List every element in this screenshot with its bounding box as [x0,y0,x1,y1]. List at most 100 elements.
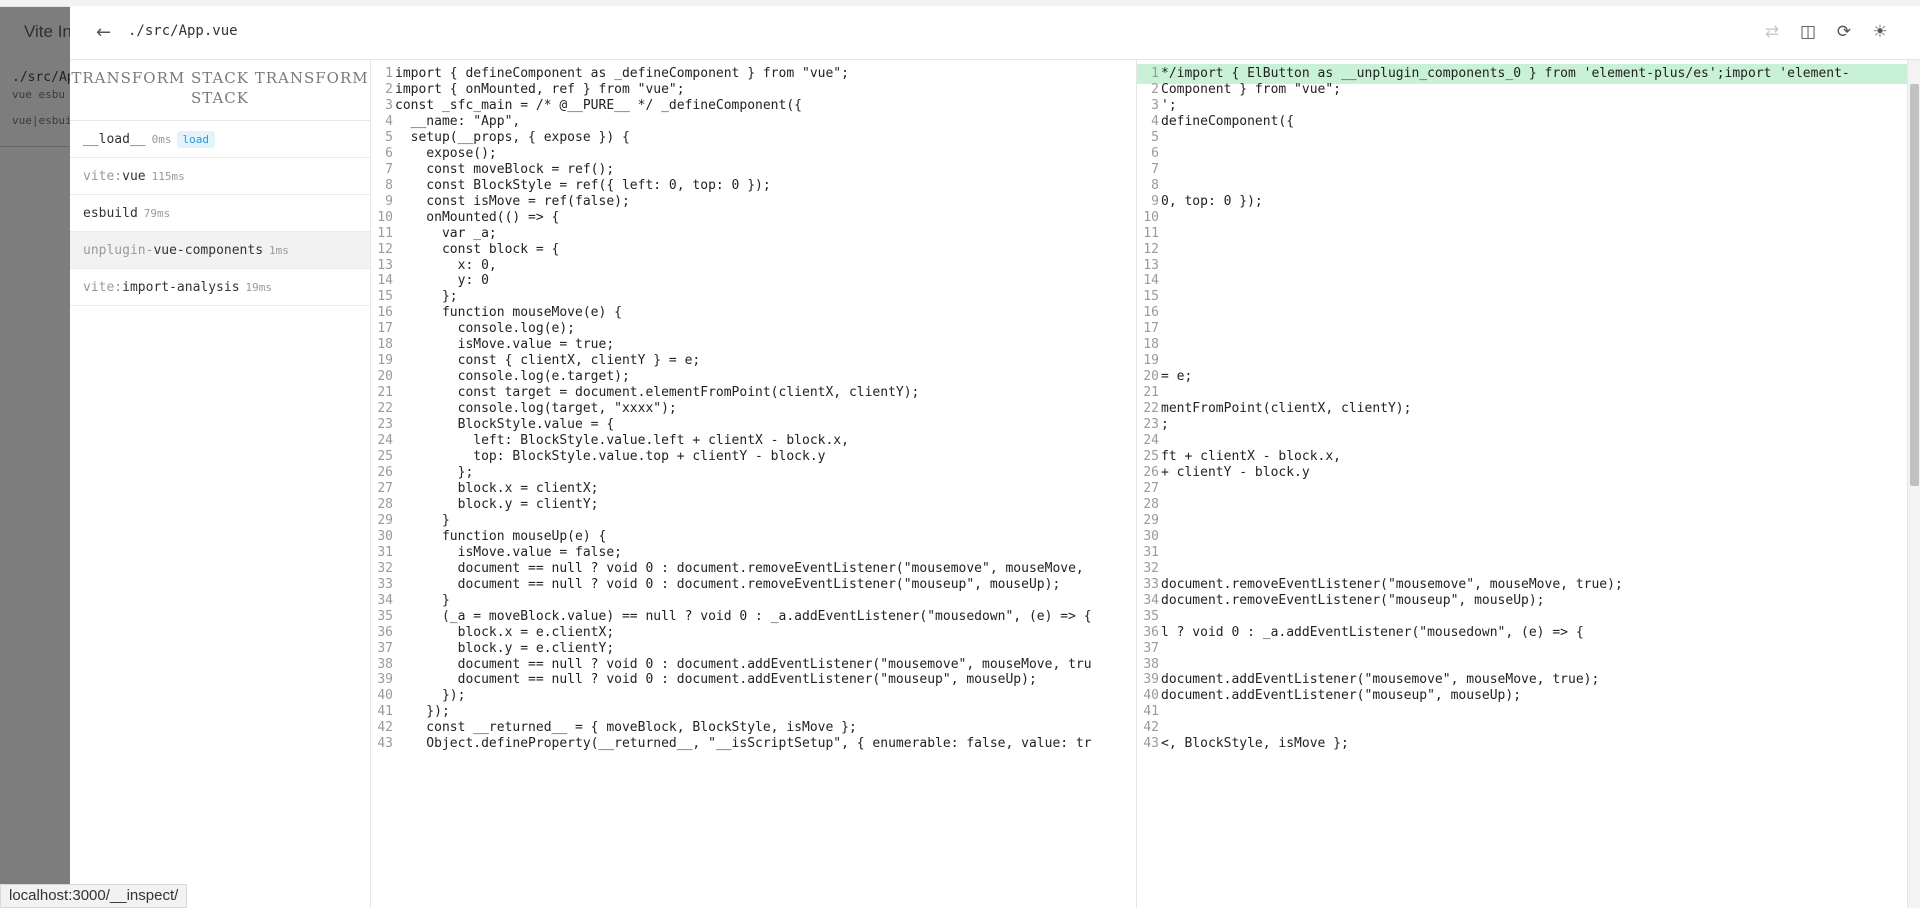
code-text: l ? void 0 : _a.addEventListener("moused… [1161,624,1584,640]
code-text: '; [1161,97,1177,113]
background-subtitle: vue esbu [12,88,65,101]
code-text: document == null ? void 0 : document.rem… [395,576,1061,592]
code-text: ; [1161,417,1169,433]
background-app: Vite In ./src/Ap vue esbu vue|esbui [0,0,75,908]
refresh-icon[interactable]: ⟳ [1834,22,1854,42]
code-text: document == null ? void 0 : document.rem… [395,560,1084,576]
code-text: top: BlockStyle.value.top + clientY - bl… [395,449,826,465]
code-text: import { onMounted, ref } from "vue"; [395,81,685,97]
code-text: y: 0 [395,273,489,289]
editor-scrollbar[interactable] [1907,60,1920,908]
code-text: mentFromPoint(clientX, clientY); [1161,401,1412,417]
transform-stack-heading: TRANSFORM STACK TRANSFORM STACK [70,60,370,121]
code-text: __name: "App", [395,113,521,129]
plugin-name: esbuild [83,205,138,221]
arrow-left-icon[interactable]: ← [96,22,111,43]
split-view-icon[interactable]: ◫ [1798,22,1818,42]
code-text: setup(__props, { expose }) { [395,129,630,145]
code-text: BlockStyle.value = { [395,417,615,433]
code-text: import { defineComponent as _defineCompo… [395,66,849,81]
status-url: localhost:3000/__inspect/ [0,884,188,908]
code-text: Object.defineProperty(__returned__, "__i… [395,736,1092,752]
code-text: <, BlockStyle, isMove }; [1161,736,1349,752]
plugin-time: 115ms [151,169,185,183]
code-text: defineComponent({ [1161,113,1295,129]
plugin-name: vue [122,168,146,184]
transform-stack-item[interactable]: vite: import-analysis 19ms [70,269,370,306]
code-line: 43 Object.defineProperty(__returned__, "… [371,734,1135,754]
source-code-editor[interactable]: 1 import { defineComponent as _defineComp… [371,60,1135,908]
code-text: } [395,592,450,608]
code-text: const { clientX, clientY } = e; [395,353,701,369]
code-text: document.removeEventListener("mouseup", … [1161,592,1545,608]
code-text: console.log(e.target); [395,369,630,385]
background-subtitle-2: vue|esbui [12,114,72,127]
line-number: 43 [377,736,393,752]
plugin-prefix: vite: [83,279,123,295]
plugin-prefix: unplugin- [83,242,154,258]
code-text: }; [395,465,474,480]
code-line: 43 <, BlockStyle, isMove }; [1137,734,1907,754]
transform-stack-list: __load__ 0ms load vite: vue 115ms esbuild 79ms u… [70,121,370,306]
code-text: block.x = e.clientX; [395,624,615,640]
transform-stack-item[interactable]: esbuild 79ms [70,195,370,232]
transform-stack-sidebar: TRANSFORM STACK TRANSFORM STACK __load__… [70,60,371,908]
wrap-lines-icon[interactable]: ⇄ [1762,22,1782,42]
code-text: onMounted(() => { [395,209,560,225]
plugin-badge: load [176,130,215,148]
plugin-prefix: vite: [83,168,123,184]
background-divider [0,146,70,147]
transform-stack-item[interactable]: unplugin-vue-components 1ms [70,232,370,269]
code-text: 0, top: 0 }); [1161,193,1263,209]
code-text: left: BlockStyle.value.left + clientX - … [395,433,849,449]
code-text: + clientY - block.y [1161,465,1310,480]
code-text: } [395,512,450,528]
code-text: function mouseUp(e) { [395,528,607,544]
background-title: Vite In [24,22,72,41]
transform-stack-item[interactable]: vite: vue 115ms [70,158,370,195]
code-text: console.log(e); [395,321,576,337]
code-text: }); [395,688,466,704]
code-text: isMove.value = true; [395,337,615,353]
code-text: (_a = moveBlock.value) == null ? void 0 … [395,608,1092,624]
plugin-name: vue-components [153,242,264,258]
line-number: 43 [1143,736,1159,752]
code-text: = e; [1161,369,1193,385]
file-path: ./src/App.vue [128,23,238,39]
code-text: }; [395,289,458,305]
transform-stack-item[interactable]: __load__ 0ms load [70,121,370,158]
code-text: var _a; [395,225,497,241]
code-text: ft + clientX - block.x, [1161,449,1342,465]
code-text: const __returned__ = { moveBlock, BlockS… [395,720,857,736]
code-text: */import { ElButton as __unplugin_compon… [1161,66,1850,81]
code-text: }); [395,704,450,720]
module-detail-panel: ← ./src/App.vue ⇄ ◫ ⟳ ☀ TRANSFORM STACK … [70,6,1920,908]
code-text: block.y = e.clientY; [395,640,615,656]
code-text: Component } from "vue"; [1161,81,1342,97]
code-text: isMove.value = false; [395,544,622,560]
code-text: document == null ? void 0 : document.add… [395,672,1037,688]
transformed-code-editor[interactable]: 1 */import { ElButton as __unplugin_compo… [1136,60,1920,908]
code-text: block.x = clientX; [395,480,599,496]
code-text: const _sfc_main = /* @__PURE__ */ _defin… [395,97,802,113]
code-text: const target = document.elementFromPoint… [395,385,920,401]
scrollbar-thumb[interactable] [1910,84,1919,486]
code-text: function mouseMove(e) { [395,305,622,321]
background-path: ./src/Ap [12,70,75,85]
plugin-time: 1ms [269,243,289,257]
plugin-time: 0ms [151,132,172,146]
code-text: const block = { [395,241,560,257]
theme-sun-icon[interactable]: ☀ [1870,22,1890,42]
code-text: expose(); [395,145,497,161]
plugin-name: __load__ [83,131,146,147]
code-text: document.addEventListener("mouseup", mou… [1161,688,1522,704]
code-text: console.log(target, "xxxx"); [395,401,677,417]
code-text: document.removeEventListener("mousemove"… [1161,576,1623,592]
code-text: block.y = clientY; [395,496,599,512]
plugin-time: 79ms [143,206,171,220]
code-text: const moveBlock = ref(); [395,161,615,177]
code-text: x: 0, [395,257,497,273]
code-text: const BlockStyle = ref({ left: 0, top: 0… [395,177,771,193]
plugin-name: import-analysis [122,279,240,295]
plugin-time: 19ms [245,280,273,294]
